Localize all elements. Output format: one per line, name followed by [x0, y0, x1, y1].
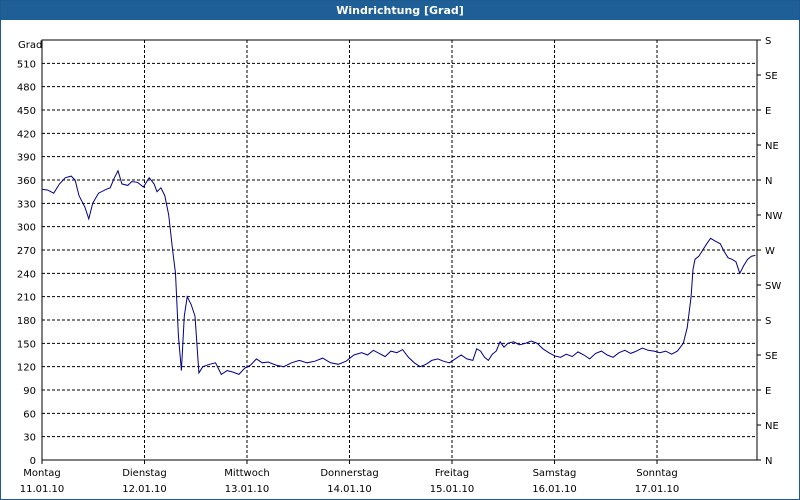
right-tick-label: W	[765, 246, 775, 257]
x-tick-day: Montag	[23, 468, 60, 479]
y-tick-label: 90	[23, 386, 36, 397]
y-tick-label: 0	[30, 456, 36, 467]
right-tick-label: NW	[765, 211, 782, 222]
right-tick-label: NE	[765, 141, 779, 152]
series-line	[41, 169, 756, 376]
y-tick-label: 270	[17, 246, 36, 257]
x-tick-day: Dienstag	[122, 468, 167, 479]
y-tick-label: 360	[17, 176, 36, 187]
y-tick-label: 390	[17, 153, 36, 164]
x-tick-day: Freitag	[435, 468, 469, 479]
right-tick-label: N	[765, 176, 772, 187]
right-tick-label: S	[765, 316, 771, 327]
y-tick-label: 300	[17, 223, 36, 234]
y-tick-label: 240	[17, 269, 36, 280]
x-tick-date: 16.01.10	[532, 484, 577, 495]
wind-direction-chart: 0 30 60 90 120 150 180 210 240 270 300 330 360 390 420…	[17, 36, 783, 495]
right-tick-label: NE	[765, 421, 779, 432]
right-tick-label: SE	[765, 351, 778, 362]
right-tick-label: SW	[765, 281, 781, 292]
right-tick-label: SE	[765, 71, 778, 82]
right-tick-label: S	[765, 36, 771, 47]
x-tick-date: 12.01.10	[122, 484, 167, 495]
y-tick-label: 60	[23, 409, 36, 420]
x-tick-date: 15.01.10	[430, 484, 475, 495]
x-axis: Montag 11.01.10 Dienstag 12.01.10 Mittwoch 13…	[20, 460, 680, 495]
right-tick-label: N	[765, 456, 772, 467]
y-tick-label: 510	[17, 59, 36, 70]
left-axis: 0 30 60 90 120 150 180 210 240 270 300 330 360 390 420…	[17, 59, 36, 467]
y-tick-label: 480	[17, 83, 36, 94]
y-axis-label: Grad	[18, 40, 42, 51]
right-tick-label: E	[765, 106, 771, 117]
x-tick-date: 13.01.10	[225, 484, 270, 495]
x-tick-day: Donnerstag	[320, 468, 378, 479]
y-tick-label: 30	[23, 433, 36, 444]
y-tick-label: 180	[17, 316, 36, 327]
x-tick-day: Sonntag	[636, 468, 678, 479]
grid-lines	[42, 40, 757, 460]
right-tick-label: E	[765, 386, 771, 397]
x-tick-date: 14.01.10	[327, 484, 372, 495]
y-tick-label: 210	[17, 293, 36, 304]
x-tick-date: 17.01.10	[635, 484, 680, 495]
x-tick-day: Mittwoch	[224, 468, 269, 479]
y-tick-label: 330	[17, 199, 36, 210]
y-tick-label: 450	[17, 106, 36, 117]
x-tick-date: 11.01.10	[20, 484, 65, 495]
x-tick-day: Samstag	[533, 468, 577, 479]
y-tick-label: 150	[17, 339, 36, 350]
y-tick-label: 120	[17, 363, 36, 374]
right-axis: N NE E SE S SW W NW N NE E SE S	[757, 36, 782, 467]
y-tick-label: 420	[17, 129, 36, 140]
